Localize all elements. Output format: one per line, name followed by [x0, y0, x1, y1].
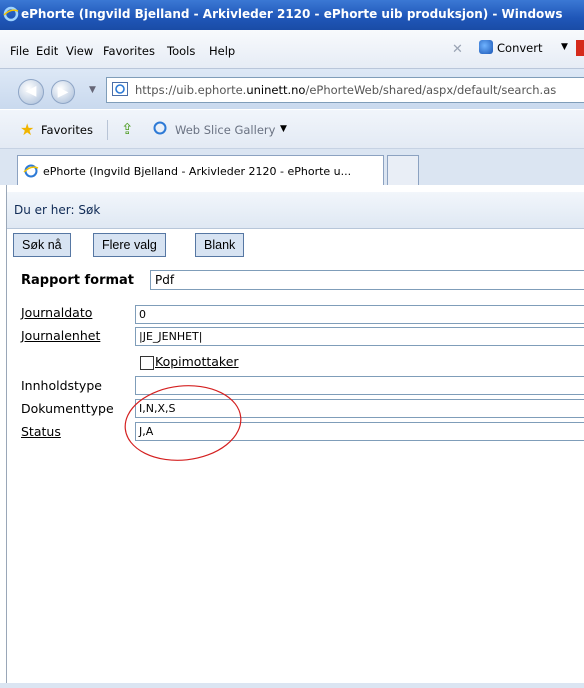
history-dropdown-icon[interactable]: ▼ — [89, 85, 96, 95]
menu-help[interactable]: Help — [209, 44, 235, 58]
journalenhet-label: Journalenhet — [21, 328, 101, 343]
convert-icon — [479, 40, 493, 54]
arrow-right-icon: ▶ — [57, 84, 69, 100]
window-title: ePhorte (Ingvild Bjelland - Arkivleder 2… — [21, 7, 563, 21]
url-prefix: https://uib.ephorte. — [135, 83, 247, 97]
internet-explorer-icon — [3, 6, 19, 22]
page-icon — [112, 82, 128, 96]
arrow-left-icon: ◀ — [25, 83, 37, 99]
chevron-down-icon[interactable]: ▼ — [561, 42, 568, 52]
blank-button[interactable]: Blank — [195, 233, 245, 257]
url-host: uninett.no — [246, 83, 306, 97]
journalenhet-field[interactable]: |JE_JENHET| — [135, 327, 584, 346]
more-options-button[interactable]: Flere valg — [93, 233, 166, 257]
new-tab-button[interactable] — [387, 155, 419, 186]
breadcrumb: Du er her: Søk — [7, 192, 584, 229]
close-icon[interactable]: ✕ — [452, 42, 463, 57]
kopimottaker-checkbox[interactable] — [140, 356, 154, 370]
forward-button[interactable]: ▶ — [51, 80, 75, 104]
journaldato-field[interactable]: 0 — [135, 305, 584, 324]
url-field[interactable]: https://uib.ephorte.uninett.no/ePhorteWe… — [106, 77, 584, 103]
tab-ephorte[interactable]: ePhorte (Ingvild Bjelland - Arkivleder 2… — [17, 155, 384, 186]
internet-explorer-icon — [23, 164, 39, 178]
report-format-label: Rapport format — [21, 273, 135, 288]
web-slice-icon — [153, 121, 167, 135]
page-content: Du er her: Søk Søk nå Flere valg Blank R… — [6, 185, 584, 683]
favorites-bar: ★ Favorites ⇪ Web Slice Gallery ▼ — [0, 110, 584, 149]
menu-bar: File Edit View Favorites Tools Help ✕ Co… — [0, 30, 584, 69]
convert-button[interactable]: Convert — [497, 41, 542, 55]
search-now-button[interactable]: Søk nå — [13, 233, 71, 257]
tab-strip: ePhorte (Ingvild Bjelland - Arkivleder 2… — [0, 149, 584, 186]
window-title-bar[interactable]: ePhorte (Ingvild Bjelland - Arkivleder 2… — [0, 0, 584, 30]
url-text: https://uib.ephorte.uninett.no/ePhorteWe… — [135, 83, 556, 97]
journaldato-label: Journaldato — [21, 305, 93, 320]
kopimottaker-label: Kopimottaker — [155, 354, 239, 369]
divider — [107, 120, 108, 140]
innholdstype-label: Innholdstype — [21, 378, 102, 393]
menu-edit[interactable]: Edit — [36, 44, 58, 58]
breadcrumb-text: Du er her: Søk — [14, 203, 101, 217]
chevron-down-icon[interactable]: ▼ — [280, 124, 287, 134]
favorites-button[interactable]: Favorites — [41, 123, 93, 137]
report-format-select[interactable]: Pdf — [150, 270, 584, 290]
star-icon: ★ — [20, 120, 35, 139]
add-favorite-icon[interactable]: ⇪ — [121, 120, 134, 138]
url-path: /ePhorteWeb/shared/aspx/default/search.a… — [305, 83, 557, 97]
web-slice-gallery-link[interactable]: Web Slice Gallery — [175, 123, 275, 137]
menu-view[interactable]: View — [66, 44, 93, 58]
dokumenttype-label: Dokumenttype — [21, 401, 114, 416]
toolbar-icon[interactable] — [576, 40, 584, 56]
menu-file[interactable]: File — [10, 44, 29, 58]
menu-favorites[interactable]: Favorites — [103, 44, 155, 58]
status-label: Status — [21, 424, 61, 439]
annotation-circle — [124, 385, 242, 461]
menu-tools[interactable]: Tools — [167, 44, 195, 58]
address-bar: ◀ ▶ ▼ https://uib.ephorte.uninett.no/ePh… — [0, 69, 584, 109]
back-button[interactable]: ◀ — [18, 79, 44, 105]
status-bar — [0, 683, 584, 688]
tab-label: ePhorte (Ingvild Bjelland - Arkivleder 2… — [43, 165, 352, 178]
